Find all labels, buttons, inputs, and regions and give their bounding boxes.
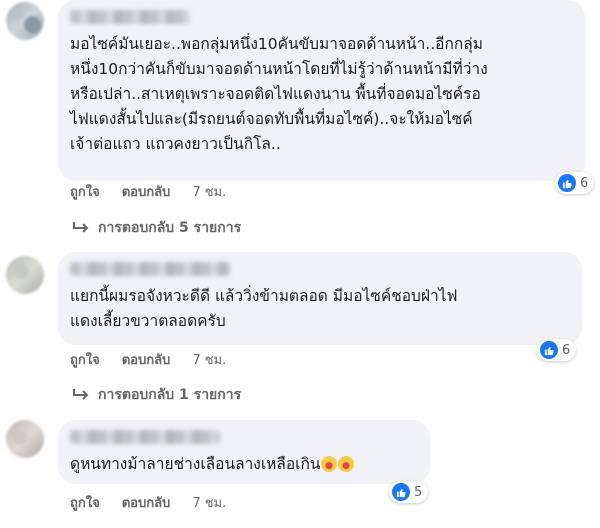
- comment-time[interactable]: 7 ชม.: [192, 349, 226, 370]
- reply-button[interactable]: ตอบกลับ: [122, 349, 171, 370]
- like-button[interactable]: ถูกใจ: [70, 181, 100, 202]
- laughing-tears-emoji-icon: [321, 456, 338, 472]
- comment-bubble: ดูหนทางม้าลายช่างเลือนลางเหลือเกิน: [58, 420, 430, 484]
- reply-button[interactable]: ตอบกลับ: [122, 492, 171, 513]
- reply-arrow-icon: [73, 222, 89, 233]
- comment-bubble: มอไซค์มันเยอะ..พอกลุ่มหนึ่ง10คันขับมาจอด…: [58, 0, 585, 181]
- avatar[interactable]: [6, 256, 44, 294]
- comment-time[interactable]: 7 ชม.: [192, 181, 226, 202]
- reaction-count: 6: [580, 175, 589, 191]
- commenter-name[interactable]: [70, 262, 230, 276]
- replies-label: การตอบกลับ 5 รายการ: [98, 220, 242, 236]
- comment-actions: ถูกใจ ตอบกลับ 7 ชม.: [70, 492, 226, 513]
- reaction-badge[interactable]: 5: [389, 481, 429, 503]
- thumbs-up-icon: [558, 174, 576, 192]
- like-button[interactable]: ถูกใจ: [70, 349, 100, 370]
- comment-text: ดูหนทางม้าลายช่างเลือนลางเหลือเกิน: [70, 452, 418, 477]
- comment-text-content: ดูหนทางม้าลายช่างเลือนลางเหลือเกิน: [70, 455, 321, 473]
- view-replies-button[interactable]: การตอบกลับ 5 รายการ: [72, 217, 241, 239]
- comment-time[interactable]: 7 ชม.: [192, 492, 226, 513]
- commenter-name[interactable]: [70, 10, 190, 24]
- view-replies-button[interactable]: การตอบกลับ 1 รายการ: [72, 384, 241, 406]
- comment-text: มอไซค์มันเยอะ..พอกลุ่มหนึ่ง10คันขับมาจอด…: [70, 35, 488, 153]
- comment-actions: ถูกใจ ตอบกลับ 7 ชม.: [70, 349, 226, 370]
- avatar[interactable]: [6, 2, 44, 40]
- reaction-count: 6: [562, 342, 571, 358]
- like-button[interactable]: ถูกใจ: [70, 492, 100, 513]
- comment-text: แยกนี้ผมรอจังหวะดีดี แล้ววิ่งข้ามตลอด มี…: [70, 287, 458, 330]
- laughing-tears-emoji-icon: [338, 456, 355, 472]
- replies-label: การตอบกลับ 1 รายการ: [98, 387, 242, 403]
- comment-bubble: แยกนี้ผมรอจังหวะดีดี แล้ววิ่งข้ามตลอด มี…: [58, 252, 582, 345]
- reaction-badge[interactable]: 6: [537, 339, 577, 361]
- thumbs-up-icon: [540, 341, 558, 359]
- reaction-count: 5: [414, 484, 423, 500]
- reply-arrow-icon: [73, 389, 89, 400]
- reply-button[interactable]: ตอบกลับ: [122, 181, 171, 202]
- avatar[interactable]: [6, 420, 44, 458]
- thumbs-up-icon: [392, 483, 410, 501]
- commenter-name[interactable]: [70, 430, 220, 444]
- comment-actions: ถูกใจ ตอบกลับ 7 ชม.: [70, 181, 226, 202]
- reaction-badge[interactable]: 6: [555, 172, 595, 194]
